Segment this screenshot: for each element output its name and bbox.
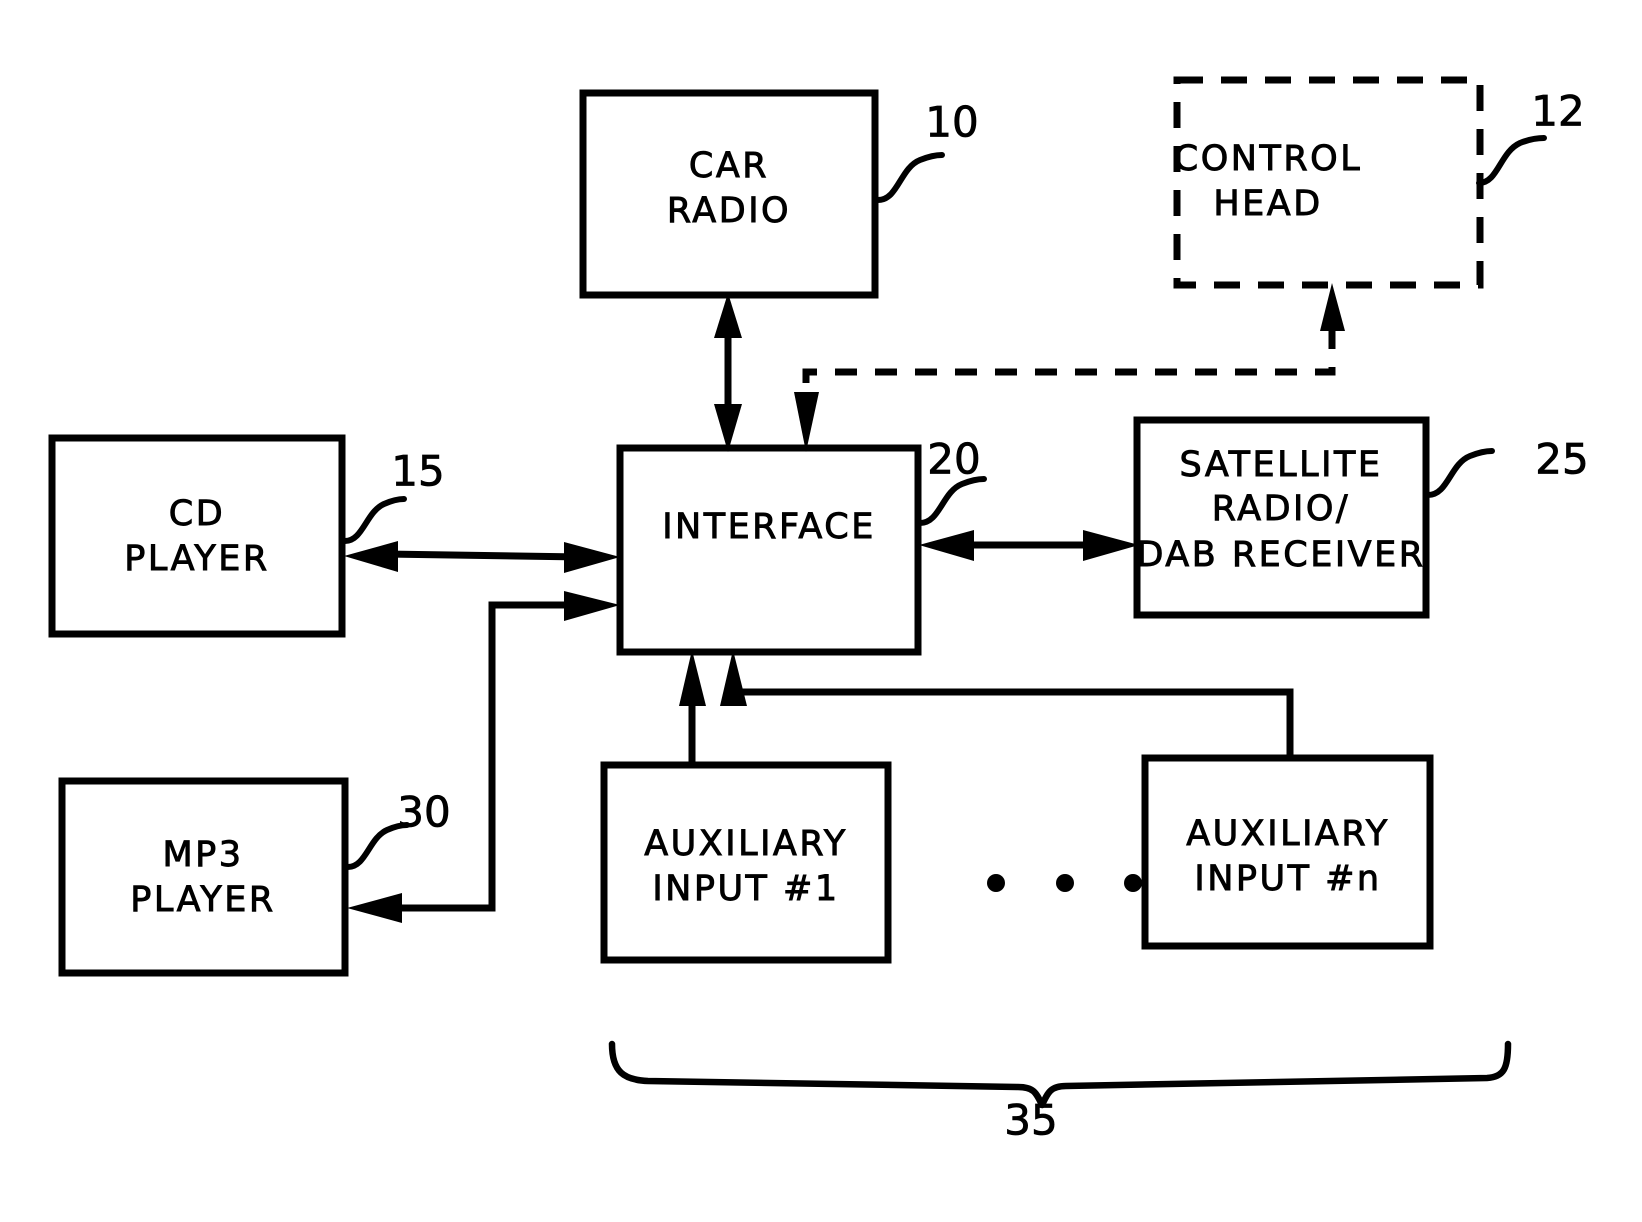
cd-player-box	[48, 434, 346, 638]
aux-last-label-line1: AUXILIARY	[1186, 814, 1390, 854]
arrowhead-up	[720, 650, 747, 706]
satellite-label-line2: RADIO/	[1212, 489, 1350, 529]
ref-number-20: 20	[927, 435, 980, 484]
connector-line	[384, 550, 583, 561]
ref-number-12: 12	[1531, 87, 1584, 136]
connector-dashed-path	[802, 300, 1336, 383]
arrowhead-left	[344, 541, 398, 572]
block-interface: INTERFACE	[616, 444, 922, 656]
block-diagram: CAR RADIO 10 CONTROL HEAD 12 INTERFACE 2…	[48, 76, 1589, 1145]
block-mp3-player: MP3 PLAYER	[58, 777, 349, 977]
block-satellite-radio-dab-receiver: SATELLITE RADIO/ DAB RECEIVER	[1133, 416, 1430, 619]
arrowhead-right	[564, 542, 620, 573]
ellipsis-dots	[987, 874, 1142, 892]
control-head-box	[1173, 76, 1484, 289]
arrowhead-into-mp3	[347, 893, 402, 923]
connector-interface-satellite	[919, 530, 1139, 561]
mp3-player-label-line1: MP3	[162, 835, 243, 875]
leader-line-12	[1476, 135, 1547, 186]
leader-line-15	[342, 496, 407, 544]
control-head-label-line2: HEAD	[1213, 184, 1322, 224]
ellipsis-dot	[987, 874, 1005, 892]
arrowhead-right	[1083, 530, 1139, 561]
ref-number-25: 25	[1535, 435, 1588, 484]
block-auxiliary-input-last: AUXILIARY INPUT #n	[1141, 754, 1434, 950]
ref-number-15: 15	[391, 447, 444, 496]
cd-player-label-line1: CD	[169, 494, 225, 534]
arrowhead-up	[714, 293, 742, 338]
satellite-label-line1: SATELLITE	[1180, 445, 1383, 485]
leader-line-25	[1425, 448, 1495, 498]
mp3-player-box	[58, 777, 349, 977]
group-brace-35: 35	[608, 1040, 1512, 1145]
arrowhead-into-interface	[564, 591, 620, 621]
car-radio-label-line2: RADIO	[667, 191, 791, 231]
block-cd-player: CD PLAYER	[48, 434, 346, 638]
figure-canvas: CAR RADIO 10 CONTROL HEAD 12 INTERFACE 2…	[0, 0, 1642, 1222]
ref-number-35: 35	[1004, 1096, 1057, 1145]
leader-line-10	[875, 152, 945, 203]
connector-cd-player-interface	[344, 541, 620, 573]
cd-player-label-line2: PLAYER	[124, 539, 269, 579]
connector-aux-first-interface	[679, 650, 706, 765]
block-control-head: CONTROL HEAD	[1173, 76, 1484, 289]
connector-path	[395, 601, 582, 912]
aux-first-label-line2: INPUT #1	[652, 869, 839, 909]
control-head-label-line1: CONTROL	[1174, 139, 1362, 179]
arrowhead-up-control-head	[1320, 283, 1345, 331]
aux-last-label-line2: INPUT #n	[1194, 859, 1381, 899]
ellipsis-dot	[1124, 874, 1142, 892]
ellipsis-dot	[1056, 874, 1074, 892]
brace-path	[608, 1040, 1512, 1109]
mp3-player-label-line2: PLAYER	[130, 880, 275, 920]
connector-aux-last-interface	[720, 650, 1294, 758]
ref-number-10: 10	[925, 98, 978, 147]
block-car-radio: CAR RADIO	[579, 89, 879, 299]
interface-box	[616, 444, 922, 656]
leader-line-20	[917, 476, 987, 526]
arrowhead-up	[679, 650, 706, 706]
interface-label: INTERFACE	[662, 507, 876, 547]
arrowhead-left	[919, 530, 974, 561]
satellite-label-line3: DAB RECEIVER	[1136, 535, 1425, 575]
arrowhead-down-interface	[794, 392, 819, 452]
connector-path	[729, 688, 1294, 758]
aux-first-label-line1: AUXILIARY	[644, 824, 848, 864]
connector-car-radio-interface	[714, 293, 742, 452]
connector-interface-mp3-player	[347, 591, 620, 923]
car-radio-label-line1: CAR	[689, 146, 769, 186]
ref-number-30: 30	[397, 788, 450, 837]
block-auxiliary-input-first: AUXILIARY INPUT #1	[600, 761, 892, 964]
